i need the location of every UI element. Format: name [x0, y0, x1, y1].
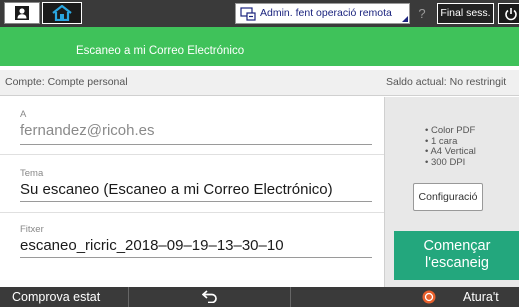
divider: [0, 154, 384, 155]
setting-paper: • A4 Vertical: [425, 146, 476, 157]
user-icon: [15, 6, 29, 20]
start-scan-button[interactable]: Començar l'escaneig: [394, 231, 519, 280]
setting-color: • Color PDF: [425, 125, 476, 136]
divider: [290, 287, 291, 307]
remote-operation-label: Admin. fent operació remota: [260, 7, 392, 19]
logout-button[interactable]: Final sess.: [437, 3, 494, 24]
subject-field-label: Tema: [20, 168, 44, 179]
home-button[interactable]: [42, 2, 82, 24]
stop-button[interactable]: Atura't: [463, 290, 499, 304]
start-scan-label-line2: l'escaneig: [424, 255, 490, 271]
home-icon: [52, 5, 72, 21]
subject-field[interactable]: Tema Su escaneo (Escaneo a mi Correo Ele…: [20, 168, 372, 202]
remote-operation-icon: [240, 7, 256, 21]
system-bottom-bar: Comprova estat Atura't: [0, 287, 519, 307]
account-strip: Compte: Compte personal Saldo actual: No…: [0, 70, 519, 96]
to-field[interactable]: A fernandez@ricoh.es: [20, 109, 372, 145]
file-name-field-value: escaneo_ricric_2018–09–19–13–30–10: [20, 237, 284, 254]
divider: [128, 287, 129, 307]
setting-resolution: • 300 DPI: [425, 156, 466, 168]
configuration-button[interactable]: Configuració: [413, 183, 483, 211]
file-name-field[interactable]: Fitxer escaneo_ricric_2018–09–19–13–30–1…: [20, 224, 372, 258]
to-field-value: fernandez@ricoh.es: [20, 122, 155, 139]
page-title: Escaneo a mi Correo Electrónico: [76, 45, 245, 57]
scan-settings-summary: • Color PDF • 1 cara • A4 Vertical • 300…: [425, 125, 476, 168]
system-top-bar: Admin. fent operació remota ? Final sess…: [0, 0, 519, 27]
app-title-bar: Escaneo a mi Correo Electrónico: [0, 27, 519, 66]
file-name-field-label: Fitxer: [20, 224, 44, 235]
start-scan-label-line1: Començar: [423, 238, 491, 254]
power-icon: [505, 8, 517, 21]
corner-indicator: [402, 16, 408, 22]
scan-settings-panel: • Color PDF • 1 cara • A4 Vertical • 300…: [384, 97, 519, 287]
check-status-button[interactable]: Comprova estat: [12, 290, 100, 304]
power-button[interactable]: [498, 3, 519, 24]
user-button[interactable]: [4, 2, 40, 24]
help-button[interactable]: ?: [412, 3, 432, 24]
remote-operation-indicator[interactable]: Admin. fent operació remota: [235, 3, 410, 24]
account-label: Compte: Compte personal: [5, 76, 128, 88]
to-field-label: A: [20, 109, 27, 120]
scan-form: A fernandez@ricoh.es Tema Su escaneo (Es…: [0, 97, 384, 287]
subject-field-value: Su escaneo (Escaneo a mi Correo Electrón…: [20, 181, 333, 198]
balance-label: Saldo actual: No restringit: [386, 76, 507, 88]
stop-icon[interactable]: [422, 290, 436, 304]
divider: [0, 212, 384, 213]
back-arrow-icon[interactable]: [202, 290, 218, 303]
